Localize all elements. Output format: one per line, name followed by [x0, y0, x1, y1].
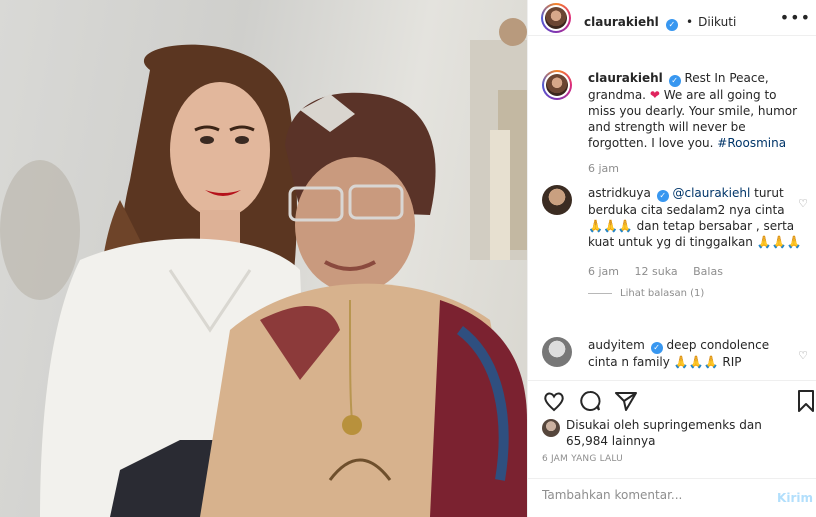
heart-icon[interactable]	[542, 389, 566, 413]
heart-emoji: ❤	[649, 88, 660, 102]
pray-emoji: 🙏🙏🙏	[756, 235, 802, 249]
likes-prefix: Disukai oleh	[566, 418, 640, 432]
caption-body: claurakiehl ✓ Rest In Peace, grandma. ❤ …	[588, 70, 802, 177]
likes-others[interactable]: 65,984 lainnya	[566, 434, 656, 448]
comment-like-icon[interactable]: ♡	[798, 349, 808, 362]
comment-avatar[interactable]	[542, 185, 572, 215]
comment-like-icon[interactable]: ♡	[798, 197, 808, 210]
share-icon[interactable]	[614, 389, 638, 413]
comment-text-2: RIP	[722, 355, 742, 369]
bookmark-icon[interactable]	[794, 389, 816, 413]
verified-icon: ✓	[650, 342, 663, 354]
comment-avatar[interactable]	[542, 337, 572, 367]
caption: claurakiehl ✓ Rest In Peace, grandma. ❤ …	[542, 70, 802, 177]
header-avatar[interactable]	[541, 3, 571, 33]
post-header: claurakiehl ✓ • Diikuti •••	[528, 0, 816, 36]
likes-summary: Disukai oleh supringemenks dan 65,984 la…	[542, 417, 807, 449]
post-actions	[528, 380, 816, 418]
pray-emoji: 🙏🙏🙏	[673, 355, 719, 369]
caption-username[interactable]: claurakiehl	[588, 71, 663, 85]
verified-icon: ✓	[665, 19, 678, 31]
comment-body: audyitem ✓ deep condolence cinta n famil…	[588, 337, 802, 370]
comment-input[interactable]	[542, 488, 762, 502]
more-options-icon[interactable]: •••	[780, 8, 811, 27]
caption-hashtag[interactable]: #Roosmina	[717, 136, 786, 150]
comment-username[interactable]: astridkuya	[588, 186, 651, 200]
caption-time[interactable]: 6 jam	[588, 162, 619, 175]
comment-item: astridkuya ✓ @claurakiehl turut berduka …	[542, 185, 808, 299]
post-time-ago[interactable]: 6 JAM YANG LALU	[542, 454, 623, 464]
verified-icon: ✓	[668, 75, 681, 87]
post-comment-button[interactable]: Kirim	[777, 491, 813, 505]
replies-line	[588, 292, 612, 294]
liker-username[interactable]: supringemenks	[643, 418, 735, 432]
header-separator: •	[685, 15, 694, 29]
header-username[interactable]: claurakiehl	[584, 15, 659, 29]
comment-time[interactable]: 6 jam	[588, 265, 619, 278]
header-user: claurakiehl ✓ • Diikuti	[584, 11, 736, 31]
comment-likes[interactable]: 12 suka	[635, 265, 678, 278]
comment-body: astridkuya ✓ @claurakiehl turut berduka …	[588, 185, 802, 280]
verified-icon: ✓	[656, 190, 669, 202]
pray-emoji: 🙏🙏🙏	[588, 219, 633, 233]
caption-meta: 6 jam	[588, 161, 802, 177]
post-sidebar: claurakiehl ✓ • Diikuti ••• claurakiehl …	[527, 0, 816, 517]
liker-avatar[interactable]	[542, 419, 560, 437]
comment-mention[interactable]: @claurakiehl	[673, 186, 751, 200]
post-photo-illustration	[0, 18, 527, 517]
comment-reply-button[interactable]: Balas	[693, 265, 723, 278]
comments-list[interactable]: claurakiehl ✓ Rest In Peace, grandma. ❤ …	[528, 37, 816, 380]
add-comment-bar: Kirim	[528, 478, 816, 517]
comment-icon[interactable]	[578, 389, 602, 413]
likes-text: Disukai oleh supringemenks dan 65,984 la…	[566, 417, 807, 449]
view-replies-label: Lihat balasan (1)	[620, 288, 705, 299]
follow-status-button[interactable]: Diikuti	[698, 15, 736, 29]
view-replies-button[interactable]: Lihat balasan (1)	[588, 288, 802, 299]
comment-username[interactable]: audyitem	[588, 338, 645, 352]
likes-joiner: dan	[739, 418, 762, 432]
post-photo[interactable]	[0, 0, 527, 517]
comment-meta: 6 jam 12 suka Balas	[588, 264, 802, 280]
comment-item: audyitem ✓ deep condolence cinta n famil…	[542, 337, 808, 370]
caption-avatar[interactable]	[542, 70, 572, 100]
